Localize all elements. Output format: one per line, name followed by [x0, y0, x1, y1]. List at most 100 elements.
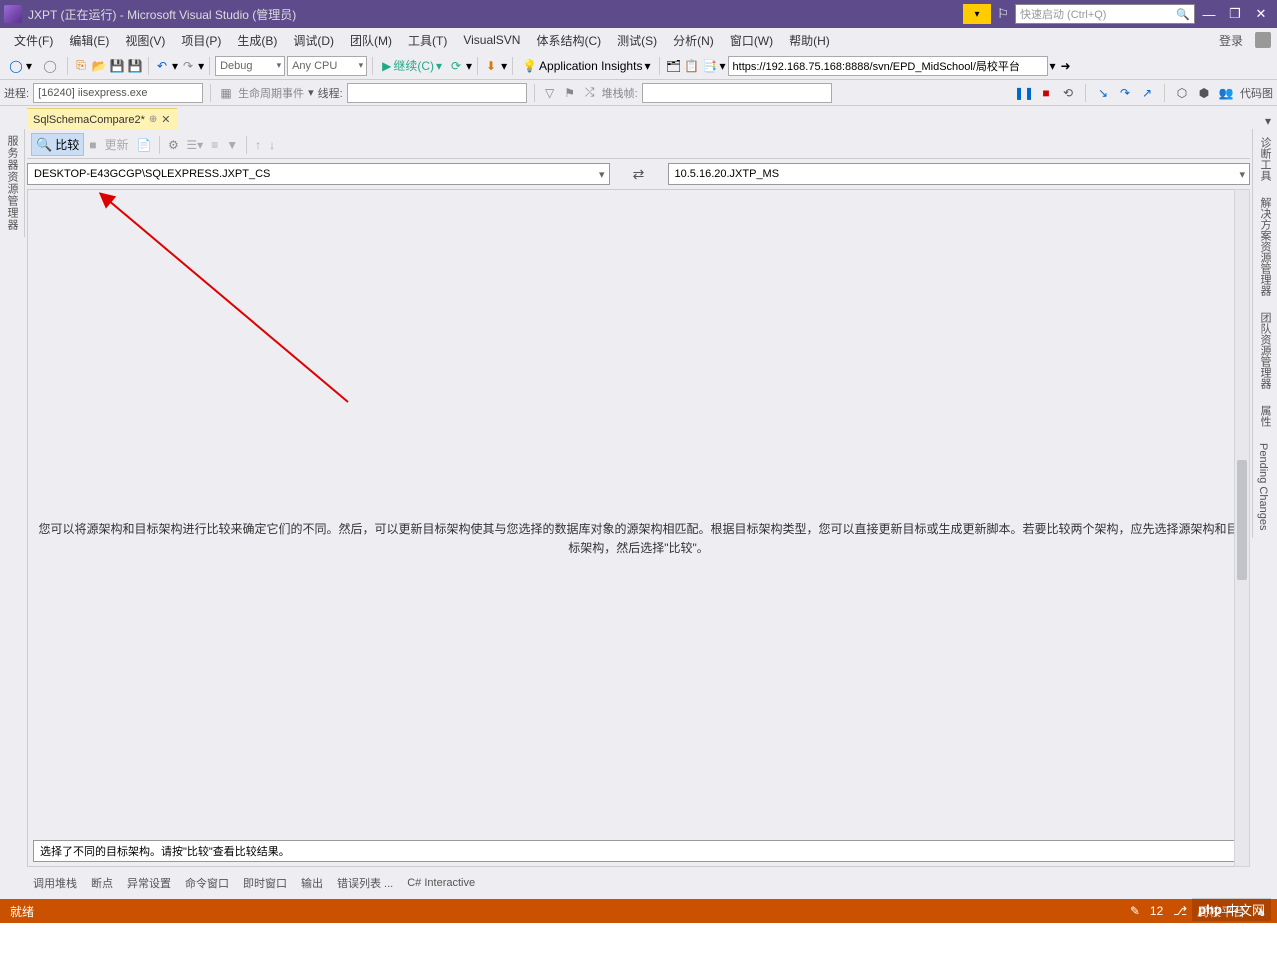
close-button[interactable]: ✕ [1249, 4, 1273, 24]
sign-in-link[interactable]: 登录 [1219, 32, 1253, 49]
redo-icon[interactable]: ↷ [180, 58, 196, 74]
menu-help[interactable]: 帮助(H) [781, 29, 838, 52]
menu-file[interactable]: 文件(F) [6, 29, 61, 52]
config-combo[interactable]: Debug [215, 56, 285, 76]
target-db-combo[interactable]: 10.5.16.20.JXTP_MS [668, 163, 1251, 185]
misc-icon-1[interactable]: ⬡ [1174, 85, 1190, 101]
compare-info-text: 您可以将源架构和目标架构进行比较来确定它们的不同。然后，可以更新目标架构使其与您… [28, 520, 1249, 558]
tab-breakpoints[interactable]: 断点 [91, 875, 113, 891]
swap-icon[interactable]: ⇄ [614, 166, 664, 183]
thread-combo[interactable] [347, 83, 527, 103]
refresh-icon[interactable]: ⟳ [448, 58, 464, 74]
open-file-icon[interactable]: 📂 [91, 58, 107, 74]
tab-callstack[interactable]: 调用堆栈 [33, 875, 77, 891]
menu-tools[interactable]: 工具(T) [400, 29, 455, 52]
compare-source-target-row: DESKTOP-E43GCGP\SQLEXPRESS.JXPT_CS ⇄ 10.… [27, 161, 1250, 187]
compare-button[interactable]: 🔍 比较 [31, 133, 84, 156]
scrollbar-thumb[interactable] [1237, 460, 1247, 580]
document-tab-strip: SqlSchemaCompare2* ⊕ ✕ ▾ [0, 106, 1277, 130]
main-toolbar: ◯▾ ◯ ⎘ 📂 💾 💾 ↶▾ ↷▾ Debug Any CPU ▶ 继续(C)… [0, 52, 1277, 80]
tab-csharp-interactive[interactable]: C# Interactive [407, 877, 475, 889]
new-project-icon[interactable]: ⎘ [73, 58, 89, 74]
filter-icon[interactable]: ▽ [542, 85, 558, 101]
right-tab-team[interactable]: 团队资源管理器 [1253, 304, 1277, 397]
tab-exceptions[interactable]: 异常设置 [127, 875, 171, 891]
left-tool-window-tab[interactable]: 服务器资源管理器 [0, 129, 25, 237]
codemap-button[interactable]: 代码图 [1240, 85, 1273, 101]
tab-overflow-icon[interactable]: ▾ [1259, 112, 1277, 130]
source-db-combo[interactable]: DESKTOP-E43GCGP\SQLEXPRESS.JXPT_CS [27, 163, 610, 185]
svn-go-icon[interactable]: ➜ [1058, 58, 1074, 74]
tab-immediate[interactable]: 即时窗口 [243, 875, 287, 891]
options-gear-icon[interactable]: ⚙ [165, 137, 181, 153]
stackframe-combo[interactable] [642, 83, 832, 103]
minimize-button[interactable]: — [1197, 4, 1221, 24]
svn-icon-1[interactable]: 🗂 [665, 58, 681, 74]
continue-button[interactable]: ▶ 继续(C) ▾ [378, 55, 446, 77]
step-over-icon[interactable]: ↷ [1117, 85, 1133, 101]
menu-test[interactable]: 测试(S) [609, 29, 665, 52]
menu-analyze[interactable]: 分析(N) [665, 29, 722, 52]
menu-architecture[interactable]: 体系结构(C) [528, 29, 609, 52]
undo-icon[interactable]: ↶ [154, 58, 170, 74]
stackframe-label: 堆栈帧: [602, 85, 638, 101]
tab-output[interactable]: 输出 [301, 875, 323, 891]
browser-link-icon[interactable]: ⬇ [483, 58, 499, 74]
status-bar: 就绪 ✎ 12 ⎇ 局校平台 ▲ [0, 899, 1277, 923]
status-branch-icon[interactable]: ⎇ [1173, 904, 1187, 918]
avatar-icon[interactable] [1255, 32, 1271, 48]
compare-status-message: 选择了不同的目标架构。请按"比较"查看比较结果。 [33, 840, 1244, 862]
right-tab-solution[interactable]: 解决方案资源管理器 [1253, 189, 1277, 304]
menu-build[interactable]: 生成(B) [229, 29, 285, 52]
menu-debug[interactable]: 调试(D) [285, 29, 342, 52]
svn-icon-2[interactable]: 📋 [683, 58, 699, 74]
platform-combo[interactable]: Any CPU [287, 56, 367, 76]
update-button: 更新 [101, 136, 131, 153]
search-icon: 🔍 [1176, 8, 1190, 21]
lifecycle-icon[interactable]: ▦ [218, 85, 234, 101]
nav-back-button[interactable]: ◯▾ [4, 55, 36, 77]
misc-icon-2[interactable]: ⬢ [1196, 85, 1212, 101]
nav-fwd-button[interactable]: ◯ [38, 55, 62, 77]
step-out-icon[interactable]: ↗ [1139, 85, 1155, 101]
maximize-button[interactable]: ❐ [1223, 4, 1247, 24]
svn-icon-3[interactable]: 📑 [701, 58, 717, 74]
flag-thread-icon[interactable]: ⚑ [562, 85, 578, 101]
restart-icon[interactable]: ⟲ [1060, 85, 1076, 101]
menu-project[interactable]: 项目(P) [173, 29, 229, 52]
process-combo[interactable]: [16240] iisexpress.exe [33, 83, 203, 103]
feedback-flag-icon[interactable]: ⚐ [993, 4, 1013, 24]
svn-url-input[interactable]: https://192.168.75.168:8888/svn/EPD_MidS… [728, 56, 1048, 76]
page-footer-blank [0, 923, 1277, 979]
right-tab-diagnostics[interactable]: 诊断工具 [1253, 129, 1277, 189]
pause-icon[interactable]: ❚❚ [1016, 85, 1032, 101]
menu-edit[interactable]: 编辑(E) [61, 29, 117, 52]
quick-launch-input[interactable]: 快速启动 (Ctrl+Q) 🔍 [1015, 4, 1195, 24]
close-tab-icon[interactable]: ✕ [161, 113, 170, 126]
tab-command[interactable]: 命令窗口 [185, 875, 229, 891]
document-tab-active[interactable]: SqlSchemaCompare2* ⊕ ✕ [27, 108, 177, 130]
menu-view[interactable]: 视图(V) [117, 29, 173, 52]
app-insights-button[interactable]: 💡 Application Insights ▾ [518, 55, 654, 77]
right-tab-pending[interactable]: Pending Changes [1253, 435, 1273, 538]
stop-icon[interactable]: ■ [1038, 85, 1054, 101]
lifecycle-label[interactable]: 生命周期事件 [238, 85, 304, 101]
menu-team[interactable]: 团队(M) [342, 29, 400, 52]
watermark: php 中文网 [1192, 898, 1271, 921]
save-all-icon[interactable]: 💾 [127, 58, 143, 74]
vertical-scrollbar[interactable] [1234, 189, 1250, 867]
shuffle-icon[interactable]: ⤭ [582, 85, 598, 101]
status-ready: 就绪 [10, 903, 34, 920]
hierarchy-icon[interactable]: 👥 [1218, 85, 1234, 101]
menu-visualsvn[interactable]: VisualSVN [455, 30, 528, 50]
group-icon: ☰▾ [183, 138, 206, 152]
pin-icon[interactable]: ⊕ [149, 114, 157, 125]
save-icon[interactable]: 💾 [109, 58, 125, 74]
title-bar: JXPT (正在运行) - Microsoft Visual Studio (管… [0, 0, 1277, 28]
step-into-icon[interactable]: ↘ [1095, 85, 1111, 101]
filter-funnel-icon: ▼ [223, 138, 241, 152]
notification-icon[interactable]: ▾ [963, 4, 991, 24]
menu-window[interactable]: 窗口(W) [722, 29, 781, 52]
right-tab-properties[interactable]: 属性 [1253, 397, 1277, 435]
tab-errorlist[interactable]: 错误列表 ... [337, 875, 393, 891]
